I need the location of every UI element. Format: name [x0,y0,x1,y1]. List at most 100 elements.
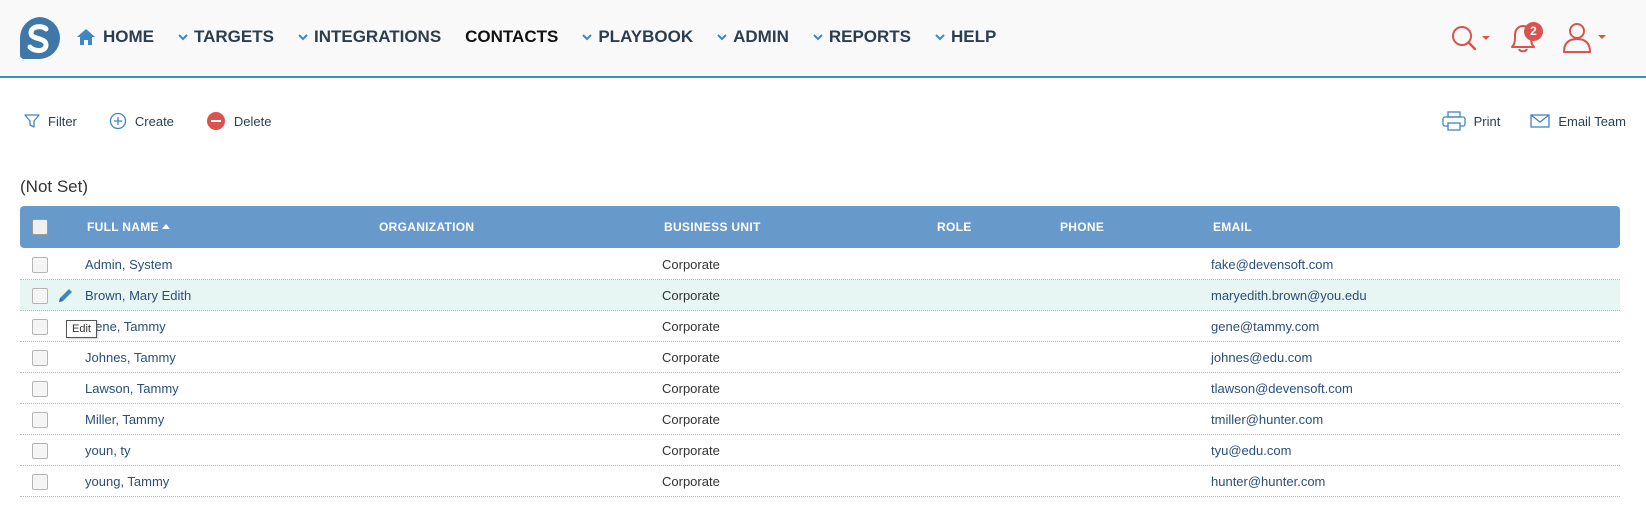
notifications-button[interactable]: 2 [1506,20,1543,54]
business-unit-cell: Corporate [662,319,720,334]
action-toolbar: Filter Create Delete [24,108,304,134]
table-row[interactable]: Brown, Mary Edith Corporate maryedith.br… [20,280,1620,311]
sort-ascending-icon [161,224,170,230]
email-team-button[interactable]: Email Team [1530,113,1626,129]
group-title: (Not Set) [20,177,89,196]
table-row[interactable]: Johnes, Tammy Corporate johnes@edu.com [20,342,1620,373]
print-label: Print [1473,113,1501,129]
business-unit-cell: Corporate [662,257,720,272]
business-unit-cell: Corporate [662,443,720,458]
business-unit-cell: Corporate [662,288,720,303]
filter-icon [24,114,40,128]
printer-icon [1441,111,1466,131]
nav-playbook[interactable]: PLAYBOOK [582,27,693,47]
nav-admin[interactable]: ADMIN [717,27,789,47]
table-row[interactable]: Admin, System Corporate fake@devensoft.c… [20,249,1620,280]
nav-targets-label: TARGETS [194,27,274,46]
nav-contacts[interactable]: CONTACTS [465,27,558,47]
table-row[interactable]: Miller, Tammy Corporate tmiller@hunter.c… [20,404,1620,435]
email-link[interactable]: tlawson@devensoft.com [1211,373,1353,404]
table-row[interactable]: Lawson, Tammy Corporate tlawson@devensof… [20,373,1620,404]
contact-name-link[interactable]: Admin, System [85,249,172,280]
chevron-down-icon [582,34,593,41]
contact-name-link[interactable]: Brown, Mary Edith [85,280,191,311]
table-header: FULL NAME ORGANIZATION BUSINESS UNIT ROL… [20,206,1620,248]
envelope-icon [1530,114,1550,128]
business-unit-cell: Corporate [662,474,720,489]
email-link[interactable]: maryedith.brown@you.edu [1211,280,1367,311]
column-full-name-label: FULL NAME [87,220,159,234]
business-unit-cell: Corporate [662,412,720,427]
row-checkbox[interactable] [32,350,48,366]
chevron-down-icon [178,34,188,41]
row-checkbox[interactable] [32,381,48,397]
table-row[interactable]: Gene, Tammy Corporate gene@tammy.com [20,311,1620,342]
email-link[interactable]: johnes@edu.com [1211,342,1312,373]
print-button[interactable]: Print [1441,111,1501,131]
contact-name-link[interactable]: Johnes, Tammy [85,342,176,373]
chevron-down-icon [717,34,727,41]
chevron-down-icon [813,34,823,41]
contacts-table-body: Admin, System Corporate fake@devensoft.c… [20,249,1620,497]
select-all-checkbox[interactable] [32,219,48,235]
plus-circle-icon [109,112,127,130]
chevron-down-icon [935,34,945,41]
row-checkbox[interactable] [32,319,48,335]
search-icon[interactable] [1450,24,1492,52]
nav-home[interactable]: HOME [76,27,154,47]
email-link[interactable]: tmiller@hunter.com [1211,404,1323,435]
create-button[interactable]: Create [109,112,174,130]
business-unit-cell: Corporate [662,381,720,396]
contact-name-link[interactable]: Gene, Tammy [85,311,166,342]
contact-name-link[interactable]: Lawson, Tammy [85,373,179,404]
email-team-label: Email Team [1558,113,1626,129]
row-checkbox[interactable] [32,288,48,304]
table-row[interactable]: young, Tammy Corporate hunter@hunter.com [20,466,1620,497]
minus-circle-icon [206,112,225,130]
email-link[interactable]: gene@tammy.com [1211,311,1319,342]
nav-targets[interactable]: TARGETS [178,27,274,47]
row-checkbox[interactable] [32,443,48,459]
app-logo[interactable] [18,15,60,61]
create-label: Create [134,113,174,129]
nav-reports-label: REPORTS [828,27,912,46]
contact-name-link[interactable]: youn, ty [85,435,131,466]
toolbar-right: Print Email Team [1412,108,1626,134]
column-header-organization[interactable]: ORGANIZATION [379,206,474,248]
nav-integrations-label: INTEGRATIONS [313,27,442,46]
filter-label: Filter [48,113,77,129]
table-row[interactable]: youn, ty Corporate tyu@edu.com [20,435,1620,466]
row-checkbox[interactable] [32,257,48,273]
email-link[interactable]: fake@devensoft.com [1211,249,1333,280]
home-icon [77,29,95,45]
main-nav: HOME TARGETS INTEGRATIONS CONTACTS PLAYB… [76,24,1020,50]
edit-tooltip: Edit [66,320,97,338]
row-checkbox[interactable] [32,412,48,428]
column-header-role[interactable]: ROLE [937,206,972,248]
business-unit-cell: Corporate [662,350,720,365]
nav-reports[interactable]: REPORTS [813,27,911,47]
contact-name-link[interactable]: young, Tammy [85,466,169,497]
pencil-icon[interactable] [57,287,74,304]
user-icon[interactable] [1561,20,1607,54]
top-navbar: HOME TARGETS INTEGRATIONS CONTACTS PLAYB… [0,0,1646,78]
row-checkbox[interactable] [32,474,48,490]
nav-help[interactable]: HELP [935,27,996,47]
chevron-down-icon [298,34,308,41]
email-link[interactable]: hunter@hunter.com [1211,466,1325,497]
column-header-phone[interactable]: PHONE [1060,206,1104,248]
notification-count-badge: 2 [1524,22,1543,41]
column-header-email[interactable]: EMAIL [1213,206,1252,248]
delete-button[interactable]: Delete [206,111,272,131]
nav-home-label: HOME [103,27,154,46]
column-header-business-unit[interactable]: BUSINESS UNIT [664,206,761,248]
nav-contacts-label: CONTACTS [465,27,559,46]
email-link[interactable]: tyu@edu.com [1211,435,1291,466]
nav-integrations[interactable]: INTEGRATIONS [298,27,441,47]
contact-name-link[interactable]: Miller, Tammy [85,404,164,435]
delete-label: Delete [233,113,272,129]
filter-button[interactable]: Filter [24,113,77,129]
column-header-full-name[interactable]: FULL NAME [87,206,170,248]
nav-help-label: HELP [951,27,997,46]
nav-playbook-label: PLAYBOOK [598,27,694,46]
